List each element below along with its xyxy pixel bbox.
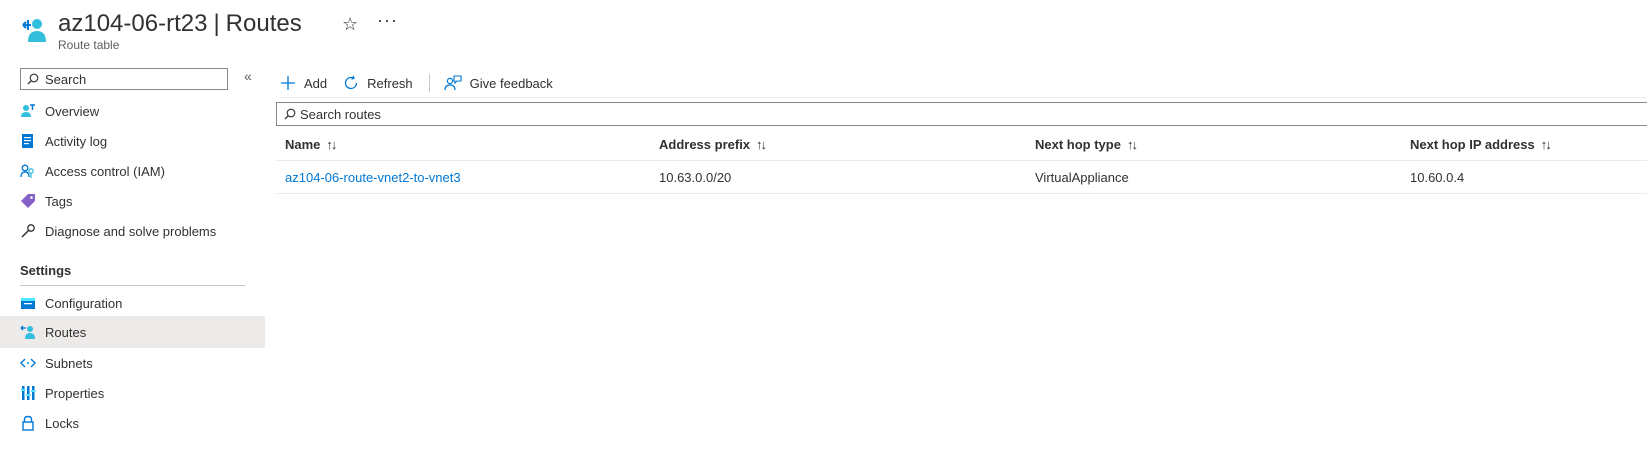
add-label: Add bbox=[304, 75, 328, 91]
title-separator: | bbox=[213, 10, 220, 37]
refresh-label: Refresh bbox=[367, 75, 413, 91]
sidebar-item-locks[interactable]: Locks bbox=[0, 408, 265, 438]
add-button[interactable]: Add bbox=[280, 75, 327, 91]
properties-icon bbox=[20, 385, 36, 401]
sidebar-item-label: Subnets bbox=[45, 355, 93, 371]
routes-search-input[interactable] bbox=[300, 105, 900, 123]
page-header: az104-06-rt23 | Routes Route table ☆ ··· bbox=[20, 8, 620, 56]
toolbar-separator bbox=[428, 74, 430, 92]
routes-icon bbox=[20, 324, 36, 340]
collapse-icon[interactable]: « bbox=[244, 68, 252, 84]
search-icon bbox=[284, 108, 296, 120]
feedback-icon bbox=[444, 75, 462, 91]
overview-icon bbox=[20, 103, 36, 119]
sidebar-item-properties[interactable]: Properties bbox=[0, 378, 265, 408]
sidebar-item-diagnose[interactable]: Diagnose and solve problems bbox=[0, 216, 265, 246]
sort-icon[interactable]: ↑↓ bbox=[326, 137, 337, 152]
table-header: Name ↑↓ Address prefix ↑↓ Next hop type ↑↓ … bbox=[276, 128, 1647, 161]
sidebar-item-label: Overview bbox=[45, 103, 100, 119]
sidebar-item-label: Access control (IAM) bbox=[45, 163, 165, 179]
sidebar-item-label: Diagnose and solve problems bbox=[45, 223, 217, 239]
sidebar-item-label: Activity log bbox=[45, 133, 108, 149]
sort-icon[interactable]: ↑↓ bbox=[756, 137, 767, 152]
page-title: az104-06-rt23 | Routes bbox=[58, 8, 302, 40]
sidebar-item-subnets[interactable]: Subnets bbox=[0, 348, 265, 378]
configuration-icon bbox=[20, 295, 36, 311]
sort-icon[interactable]: ↑↓ bbox=[1127, 137, 1138, 152]
sidebar: « Overview Activity log Access control (… bbox=[0, 62, 265, 460]
star-icon[interactable]: ☆ bbox=[342, 14, 358, 35]
sidebar-item-label: Properties bbox=[45, 385, 105, 401]
column-header-address-prefix[interactable]: Address prefix ↑↓ bbox=[659, 128, 767, 160]
feedback-label: Give feedback bbox=[469, 75, 553, 91]
sidebar-item-overview[interactable]: Overview bbox=[0, 96, 265, 126]
page-name: Routes bbox=[225, 10, 302, 37]
subnets-icon bbox=[20, 355, 36, 371]
lock-icon bbox=[20, 415, 36, 431]
sidebar-item-activity-log[interactable]: Activity log bbox=[0, 126, 265, 156]
wrench-icon bbox=[20, 223, 36, 239]
column-header-next-hop-type[interactable]: Next hop type ↑↓ bbox=[1035, 128, 1138, 160]
give-feedback-button[interactable]: Give feedback bbox=[444, 75, 553, 91]
next-hop-ip-cell: 10.60.0.4 bbox=[1410, 169, 1465, 185]
command-bar: Add Refresh Give feedback bbox=[280, 68, 569, 98]
sidebar-item-label: Locks bbox=[45, 415, 79, 431]
routes-search[interactable] bbox=[276, 102, 1647, 126]
iam-icon bbox=[20, 163, 36, 179]
address-prefix-cell: 10.63.0.0/20 bbox=[659, 169, 732, 185]
settings-section-title: Settings bbox=[20, 263, 72, 278]
sidebar-item-label: Tags bbox=[45, 193, 73, 209]
sidebar-item-routes[interactable]: Routes bbox=[0, 316, 265, 348]
main-content: Add Refresh Give feedback Name ↑↓ Address… bbox=[276, 62, 1647, 460]
column-header-label: Next hop type bbox=[1035, 136, 1121, 152]
tag-icon bbox=[20, 193, 36, 209]
search-icon bbox=[27, 73, 39, 85]
routes-table: Name ↑↓ Address prefix ↑↓ Next hop type ↑↓ … bbox=[276, 128, 1647, 194]
settings-divider bbox=[20, 285, 245, 286]
column-header-next-hop-ip[interactable]: Next hop IP address ↑↓ bbox=[1410, 128, 1552, 160]
route-table-icon bbox=[20, 16, 48, 44]
toolbar-divider bbox=[280, 97, 1647, 98]
resource-name: az104-06-rt23 bbox=[58, 10, 208, 37]
resource-type: Route table bbox=[58, 38, 120, 52]
sidebar-item-label: Routes bbox=[45, 324, 87, 340]
sidebar-item-tags[interactable]: Tags bbox=[0, 186, 265, 216]
column-header-label: Address prefix bbox=[659, 136, 751, 152]
sort-icon[interactable]: ↑↓ bbox=[1541, 137, 1552, 152]
sidebar-item-iam[interactable]: Access control (IAM) bbox=[0, 156, 265, 186]
route-name-link[interactable]: az104-06-route-vnet2-to-vnet3 bbox=[285, 161, 461, 193]
refresh-icon bbox=[344, 75, 358, 90]
column-header-label: Next hop IP address bbox=[1410, 136, 1535, 152]
next-hop-type-cell: VirtualAppliance bbox=[1035, 169, 1129, 185]
plus-icon bbox=[281, 76, 295, 90]
sidebar-search[interactable] bbox=[20, 68, 228, 90]
sidebar-item-configuration[interactable]: Configuration bbox=[0, 288, 265, 318]
refresh-button[interactable]: Refresh bbox=[343, 75, 413, 91]
ellipsis-icon[interactable]: ··· bbox=[377, 10, 398, 31]
sidebar-item-label: Configuration bbox=[45, 295, 123, 311]
activity-log-icon bbox=[20, 133, 36, 149]
column-header-label: Name bbox=[285, 136, 321, 152]
sidebar-search-input[interactable] bbox=[45, 70, 223, 88]
column-header-name[interactable]: Name ↑↓ bbox=[285, 128, 337, 160]
table-row[interactable]: az104-06-route-vnet2-to-vnet3 10.63.0.0/… bbox=[276, 161, 1647, 194]
